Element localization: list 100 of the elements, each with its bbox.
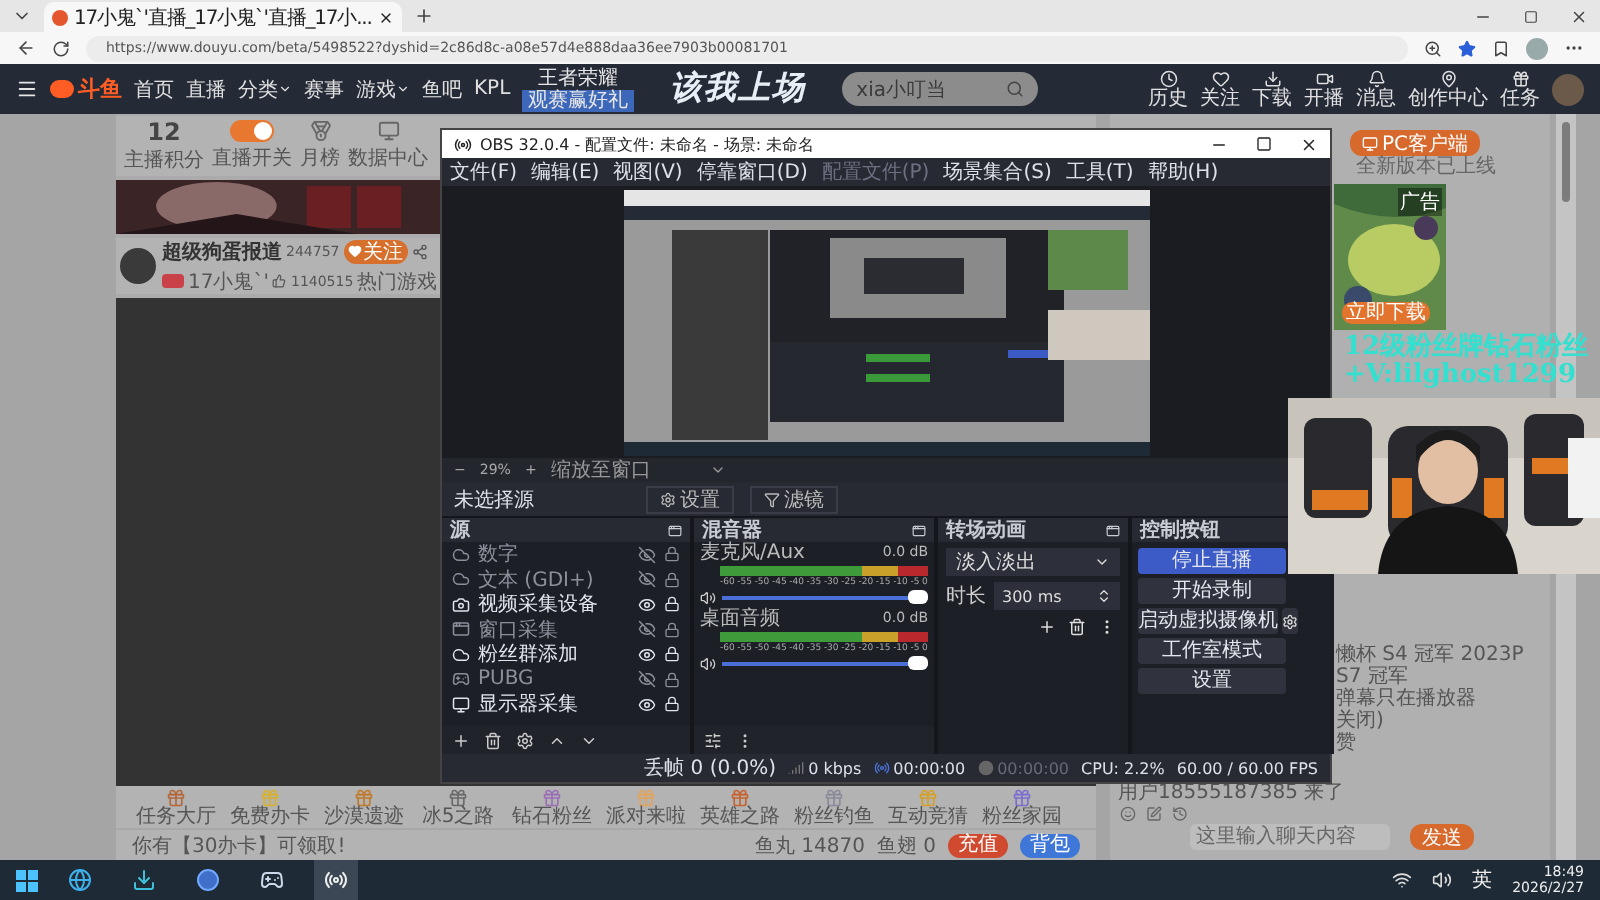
source-item[interactable]: 显示器采集: [442, 692, 690, 717]
stat-label: 主播积分: [124, 147, 204, 173]
control-button[interactable]: 设置: [1138, 668, 1286, 694]
nav-link[interactable]: 分类: [238, 75, 292, 103]
lock-icon: [664, 646, 680, 663]
gift-item[interactable]: 粉丝家园: [978, 787, 1066, 827]
overlay-text: +V:lilghost1299: [1344, 362, 1579, 390]
caret-icon: [278, 82, 292, 96]
gift-icon: [354, 787, 374, 807]
menu-item[interactable]: 工具(T): [1065, 158, 1134, 186]
browser-tab[interactable]: 17小鬼`'直播_17小鬼`'直播_17小...: [44, 2, 402, 32]
search-icon: [1006, 80, 1025, 98]
pin-icon: [1439, 69, 1457, 87]
menu-item[interactable]: 场景集合(S): [943, 158, 1052, 186]
gift-item[interactable]: 英雄之路: [696, 787, 784, 827]
gift-icon: [166, 787, 186, 807]
ad-label: 广告: [1398, 188, 1442, 216]
chat-input[interactable]: 这里输入聊天内容: [1190, 824, 1390, 850]
channel-name: 麦克风/Aux: [700, 544, 805, 564]
menu-item[interactable]: 帮助(H): [1147, 158, 1219, 186]
gift-item[interactable]: 免费办卡: [226, 787, 314, 827]
channel-name: 桌面音频: [700, 610, 780, 630]
level-badge: [162, 274, 184, 288]
nav-link[interactable]: 鱼吧: [422, 75, 462, 103]
menu-item[interactable]: 停靠窗口(D): [696, 158, 808, 186]
duration-field[interactable]: 300 ms: [994, 582, 1120, 610]
send-button[interactable]: 发送: [1410, 824, 1474, 850]
record-icon: [324, 868, 348, 892]
source-item[interactable]: 视频采集设备: [442, 592, 690, 617]
status-item: 60.00 / 60.00 FPS: [1176, 759, 1318, 777]
volume-icon: [700, 656, 716, 672]
chat-message: 懒杯 S4 冠军 2023P: [1336, 644, 1524, 666]
status-item: 00:00:00: [873, 759, 966, 777]
download-icon: [132, 868, 156, 892]
lock-icon: [664, 696, 680, 713]
live-toggle[interactable]: [230, 120, 274, 142]
nav-action[interactable]: 关注: [1200, 69, 1240, 109]
nav-action[interactable]: 创作中心: [1408, 69, 1488, 109]
dock-title: 转场动画: [946, 517, 1026, 544]
gift-item[interactable]: 冰5之路: [414, 787, 502, 827]
claim-notice: 你有【30办卡】可领取!: [132, 833, 346, 859]
dock-title: 混音器: [702, 516, 762, 542]
gift-item[interactable]: 钻石粉丝: [508, 787, 596, 827]
scrollbar[interactable]: [1562, 122, 1570, 202]
control-button[interactable]: 开始录制: [1138, 578, 1286, 604]
control-button[interactable]: 停止直播: [1138, 548, 1286, 574]
source-item[interactable]: 粉丝群添加: [442, 642, 690, 667]
zoom-mode-select[interactable]: 缩放至窗口: [550, 456, 727, 484]
monitor-icon: [377, 120, 399, 142]
gift-icon: [542, 787, 562, 807]
gift-item[interactable]: 任务大厅: [132, 787, 220, 827]
settings-button[interactable]: [1282, 608, 1298, 634]
control-button[interactable]: 工作室模式: [1138, 638, 1286, 664]
properties-button[interactable]: 设置: [646, 485, 734, 513]
nav-link[interactable]: 游戏: [356, 75, 410, 103]
source-item[interactable]: 文本 (GDI+): [442, 567, 690, 592]
source-item[interactable]: 窗口采集: [442, 617, 690, 642]
input-method[interactable]: 英: [1472, 866, 1493, 894]
status-item: 0 kbps: [788, 759, 862, 777]
gift-item[interactable]: 粉丝钓鱼: [790, 787, 878, 827]
client-button[interactable]: PC客户端: [1350, 130, 1481, 156]
close-icon: [377, 9, 394, 25]
nav-action[interactable]: 历史: [1148, 69, 1188, 109]
nav-link[interactable]: 赛事: [304, 75, 344, 103]
selection-label: 未选择源: [454, 487, 536, 513]
nav-link[interactable]: 直播: [186, 75, 226, 103]
nav-action[interactable]: 下载: [1252, 69, 1292, 109]
source-item[interactable]: 数字: [442, 542, 690, 567]
gift-item[interactable]: 互动竞猜: [884, 787, 972, 827]
slogan: 该我上场: [670, 68, 807, 110]
stat-label: 数据中心: [348, 145, 428, 172]
gift-icon: [260, 787, 280, 807]
menu-item[interactable]: 文件(F): [450, 158, 518, 186]
control-button[interactable]: 启动虚拟摄像机: [1138, 608, 1278, 634]
menu-item[interactable]: 视图(V): [613, 158, 683, 186]
filters-button[interactable]: 滤镜: [750, 485, 838, 513]
refresh-icon: [52, 39, 70, 57]
video-icon: [1315, 69, 1333, 87]
gift-item[interactable]: 派对来啦: [602, 787, 690, 827]
nav-action[interactable]: 消息: [1356, 69, 1396, 109]
source-item[interactable]: PUBG: [442, 667, 690, 692]
menu-item[interactable]: 编辑(E): [531, 158, 600, 186]
window-title: OBS 32.0.4 - 配置文件: 未命名 - 场景: 未命名: [480, 133, 817, 155]
dock-title: 控制按钮: [1140, 517, 1220, 544]
recharge-button[interactable]: 充值: [948, 833, 1008, 857]
nav-link[interactable]: KPL: [474, 78, 511, 100]
close-icon: [1300, 135, 1318, 153]
dock-title: 源: [450, 517, 470, 544]
site-icon: [52, 9, 68, 25]
gift-item[interactable]: 沙漠遗迹: [320, 787, 408, 827]
transition-select[interactable]: 淡入淡出: [946, 548, 1120, 576]
bag-button[interactable]: 背包: [1020, 833, 1080, 857]
stat-label: 直播开关: [212, 145, 292, 172]
start-icon[interactable]: [16, 869, 38, 891]
close-icon: [1570, 7, 1588, 25]
nav-action[interactable]: 开播: [1304, 69, 1344, 109]
gift-icon: [636, 787, 656, 807]
streamer-avatar[interactable]: [120, 248, 156, 284]
nav-link[interactable]: 首页: [134, 75, 174, 103]
nav-action[interactable]: 任务: [1500, 69, 1540, 109]
